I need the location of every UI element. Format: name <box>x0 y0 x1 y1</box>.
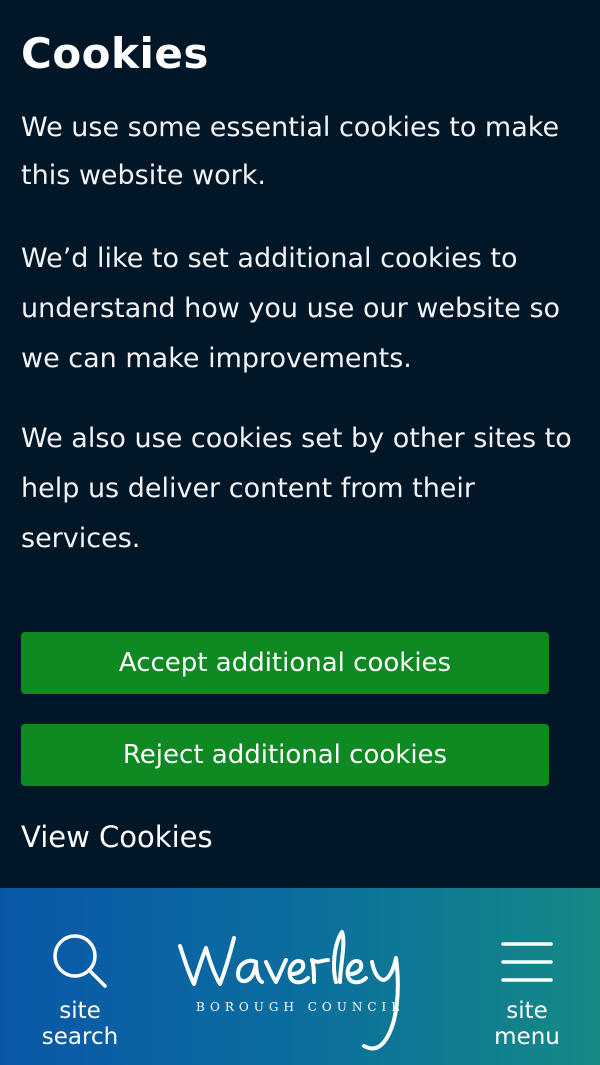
cookie-paragraph-third-party: We also use cookies set by other sites t… <box>21 423 572 554</box>
logo-subtitle: BOROUGH COUNCIL <box>196 1000 405 1014</box>
accept-cookies-button[interactable]: Accept additional cookies <box>21 632 549 694</box>
waverley-logo-mark <box>178 930 400 1051</box>
site-menu-button[interactable]: site menu <box>467 888 587 1065</box>
cookie-paragraph-essential: We use some essential cookies to make th… <box>21 112 560 191</box>
site-header: site search BOROUGH COUNCIL site menu <box>0 888 600 1065</box>
cookie-paragraph-additional: We’d like to set additional cookies to u… <box>21 243 561 374</box>
waverley-logo[interactable]: BOROUGH COUNCIL <box>172 928 428 1058</box>
cookie-title: Cookies <box>21 29 209 78</box>
search-icon <box>53 934 107 988</box>
site-search-button[interactable]: site search <box>20 888 140 1065</box>
site-search-label: site search <box>41 998 119 1050</box>
view-cookies-link[interactable]: View Cookies <box>21 820 213 854</box>
reject-cookies-button[interactable]: Reject additional cookies <box>21 724 549 786</box>
hamburger-menu-icon <box>501 942 553 982</box>
site-menu-label: site menu <box>494 998 560 1050</box>
